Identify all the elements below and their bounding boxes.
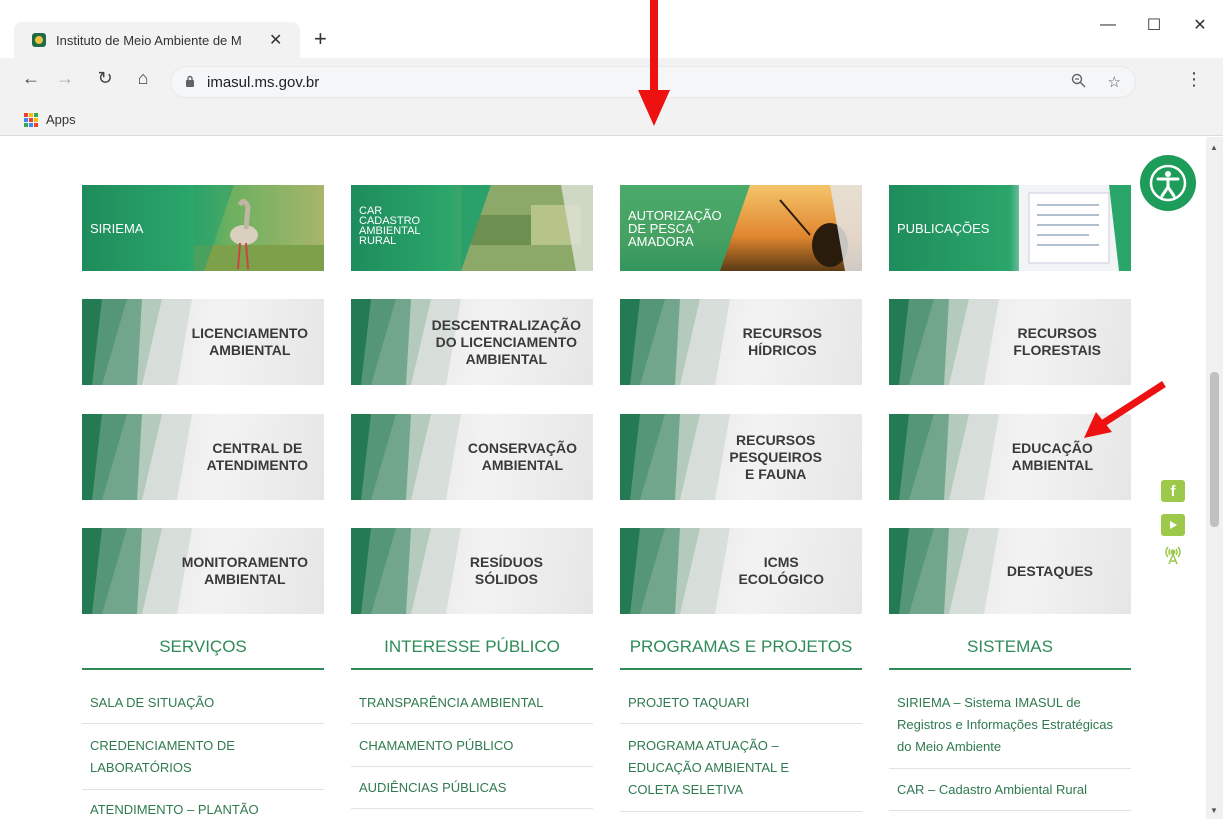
tile-recursos-florestais[interactable]: RECURSOS FLORESTAIS: [889, 299, 1131, 385]
tile-conservacao[interactable]: CONSERVAÇÃO AMBIENTAL: [351, 414, 593, 500]
tile-central-atendimento[interactable]: CENTRAL DE ATENDIMENTO: [82, 414, 324, 500]
heading-interesse-publico: INTERESSE PÚBLICO: [351, 632, 593, 670]
tile-label: SIRIEMA: [90, 220, 144, 236]
tile-label: PUBLICAÇÕES: [897, 220, 990, 236]
site-favicon-icon: [32, 33, 46, 47]
tile-residuos[interactable]: RESÍDUOS SÓLIDOS: [351, 528, 593, 614]
tile-icms[interactable]: ICMS ECOLÓGICO: [620, 528, 862, 614]
tile-monitoramento[interactable]: MONITORAMENTO AMBIENTAL: [82, 528, 324, 614]
tile-licenciamento[interactable]: LICENCIAMENTO AMBIENTAL: [82, 299, 324, 385]
maximize-button[interactable]: ☐: [1131, 10, 1177, 40]
radio-broadcast-icon[interactable]: [1161, 543, 1185, 565]
tile-label: CONSERVAÇÃO AMBIENTAL: [467, 440, 577, 473]
reload-icon[interactable]: ↻: [92, 68, 118, 89]
browser-toolbar: ← → ↻ ⌂ imasul.ms.gov.br ☆ ⋮: [0, 58, 1223, 104]
tile-label: CAR CADASTRO AMBIENTAL RURAL: [359, 205, 421, 247]
heading-sistemas: SISTEMAS: [889, 632, 1131, 670]
tile-publicacoes[interactable]: PUBLICAÇÕES: [889, 185, 1131, 271]
link-chamamento[interactable]: CHAMAMENTO PÚBLICO: [351, 735, 593, 767]
tile-label: LICENCIAMENTO AMBIENTAL: [191, 325, 308, 358]
link-transparencia[interactable]: TRANSPARÊNCIA AMBIENTAL: [351, 692, 593, 724]
tile-recursos-pesqueiros[interactable]: RECURSOS PESQUEIROS E FAUNA: [620, 414, 862, 500]
apps-bookmark[interactable]: Apps: [46, 112, 76, 127]
tile-label: DESCENTRALIZAÇÃO DO LICENCIAMENTO AMBIEN…: [431, 316, 581, 367]
youtube-icon[interactable]: [1161, 514, 1185, 536]
link-siriema-sistema[interactable]: SIRIEMA – Sistema IMASUL de Registros e …: [889, 692, 1131, 769]
link-car-cadastro[interactable]: CAR – Cadastro Ambiental Rural: [889, 779, 1131, 811]
forward-icon[interactable]: →: [52, 68, 78, 89]
zoom-icon[interactable]: [1071, 73, 1086, 92]
url-text: imasul.ms.gov.br: [207, 73, 320, 91]
bookmarks-bar: Apps: [0, 104, 1223, 136]
tile-descentralizacao[interactable]: DESCENTRALIZAÇÃO DO LICENCIAMENTO AMBIEN…: [351, 299, 593, 385]
tile-label: AUTORIZAÇÃO DE PESCA AMADORA: [628, 207, 722, 249]
link-audiencias[interactable]: AUDIÊNCIAS PÚBLICAS: [351, 777, 593, 809]
page-content: SIRIEMA CAR CADASTRO AMBIENTAL RURAL AUT…: [0, 137, 1223, 819]
window-controls: — ☐ ✕: [1085, 10, 1223, 40]
lock-icon: [185, 75, 195, 90]
annotation-arrow-diagonal-icon: [1084, 381, 1166, 438]
link-credenciamento[interactable]: CREDENCIAMENTO DE LABORATÓRIOS: [82, 735, 324, 790]
browser-tab[interactable]: Instituto de Meio Ambiente de M ✕: [14, 22, 300, 58]
tile-pesca[interactable]: AUTORIZAÇÃO DE PESCA AMADORA: [620, 185, 862, 271]
tile-label: RESÍDUOS SÓLIDOS: [469, 554, 543, 587]
browser-menu-icon[interactable]: ⋮: [1185, 69, 1203, 90]
accessibility-button[interactable]: [1137, 152, 1199, 214]
tile-recursos-hidricos[interactable]: RECURSOS HÍDRICOS: [620, 299, 862, 385]
back-icon[interactable]: ←: [18, 68, 44, 89]
tab-strip: Instituto de Meio Ambiente de M ✕ + — ☐ …: [0, 0, 1223, 58]
heading-servicos: SERVIÇOS: [82, 632, 324, 670]
tab-close-icon[interactable]: ✕: [269, 30, 282, 50]
tile-car[interactable]: CAR CADASTRO AMBIENTAL RURAL: [351, 185, 593, 271]
scroll-thumb[interactable]: [1210, 372, 1219, 527]
page-scrollbar[interactable]: ▲ ▼: [1206, 137, 1223, 819]
facebook-icon[interactable]: f: [1161, 480, 1185, 502]
close-window-button[interactable]: ✕: [1177, 10, 1223, 40]
tile-siriema[interactable]: SIRIEMA: [82, 185, 324, 271]
tile-label: ICMS ECOLÓGICO: [738, 554, 824, 587]
tile-label: RECURSOS PESQUEIROS E FAUNA: [729, 431, 822, 482]
tile-label: MONITORAMENTO AMBIENTAL: [181, 554, 308, 587]
new-tab-button[interactable]: +: [314, 26, 327, 52]
tile-label: EDUCAÇÃO AMBIENTAL: [1011, 440, 1093, 473]
scroll-down-icon[interactable]: ▼: [1210, 806, 1218, 815]
tile-label: DESTAQUES: [1006, 562, 1093, 579]
apps-grid-icon[interactable]: [24, 112, 38, 127]
tab-title: Instituto de Meio Ambiente de M: [56, 32, 242, 48]
heading-programas-projetos: PROGRAMAS E PROJETOS: [620, 632, 862, 670]
tile-label: CENTRAL DE ATENDIMENTO: [206, 440, 308, 473]
minimize-button[interactable]: —: [1085, 10, 1131, 40]
home-icon[interactable]: ⌂: [130, 68, 156, 89]
link-programa-atuacao[interactable]: PROGRAMA ATUAÇÃO – EDUCAÇÃO AMBIENTAL E …: [620, 735, 862, 812]
annotation-arrow-down-icon: [638, 0, 670, 126]
tile-label: RECURSOS HÍDRICOS: [742, 325, 822, 358]
scroll-up-icon[interactable]: ▲: [1210, 143, 1218, 152]
bookmark-star-icon[interactable]: ☆: [1108, 73, 1121, 92]
tile-destaques[interactable]: DESTAQUES: [889, 528, 1131, 614]
accessibility-icon: [1140, 155, 1196, 211]
link-atendimento-plantao[interactable]: ATENDIMENTO – PLANTÃO: [82, 799, 324, 825]
link-sala-situacao[interactable]: SALA DE SITUAÇÃO: [82, 692, 324, 724]
tile-label: RECURSOS FLORESTAIS: [1013, 325, 1101, 358]
link-projeto-taquari[interactable]: PROJETO TAQUARI: [620, 692, 862, 724]
